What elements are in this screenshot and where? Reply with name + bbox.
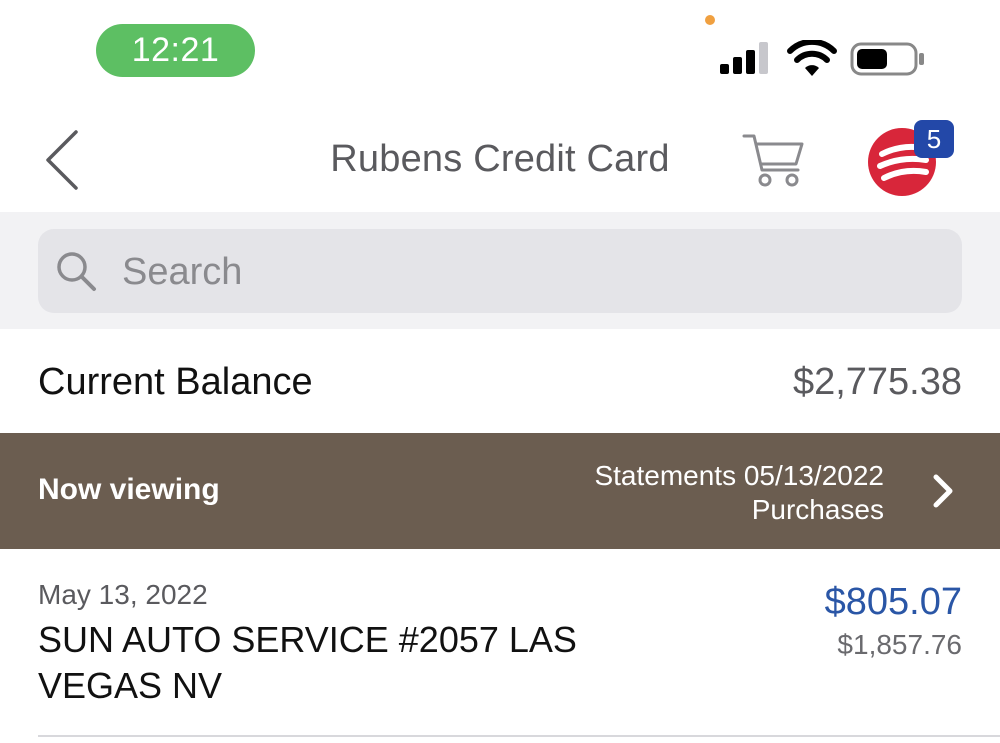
transaction-running-balance: $1,857.76 xyxy=(837,629,962,660)
page-title: Rubens Credit Card xyxy=(330,138,670,180)
cart-icon[interactable] xyxy=(740,130,806,190)
now-viewing-bar[interactable]: Now viewing Statements 05/13/2022 Purcha… xyxy=(0,433,1000,549)
search-section xyxy=(0,212,1000,329)
search-box[interactable] xyxy=(38,229,962,315)
transaction-amount: $805.07 xyxy=(824,581,962,623)
current-balance-row: Current Balance $2,775.38 xyxy=(0,329,1000,433)
nav-bar: Rubens Credit Card xyxy=(0,100,1000,212)
search-input[interactable] xyxy=(120,229,944,315)
divider xyxy=(38,735,1000,737)
now-viewing-label: Now viewing xyxy=(38,473,220,506)
transaction-row[interactable]: May 13, 2022 SUN AUTO SERVICE #2057 LAS … xyxy=(0,549,1000,737)
transaction-merchant: SUN AUTO SERVICE #2057 LAS VEGAS NV xyxy=(38,619,577,706)
privacy-indicator-dot xyxy=(705,15,715,25)
statement-filter: Statements 05/13/2022 Purchases xyxy=(594,459,884,527)
current-balance-value: $2,775.38 xyxy=(792,361,962,403)
statement-date: Statements 05/13/2022 xyxy=(594,460,884,491)
current-balance-label: Current Balance xyxy=(38,361,313,403)
chevron-right-icon[interactable] xyxy=(928,473,958,509)
search-icon xyxy=(57,252,96,291)
transaction-date: May 13, 2022 xyxy=(38,579,208,610)
status-bar: 12:21 xyxy=(0,0,1000,100)
statement-type: Purchases xyxy=(751,494,884,525)
notification-badge[interactable]: 5 xyxy=(914,120,954,158)
battery-icon xyxy=(850,42,924,76)
wifi-icon xyxy=(787,40,837,76)
status-time: 12:21 xyxy=(96,24,255,77)
signal-icon xyxy=(720,42,768,74)
